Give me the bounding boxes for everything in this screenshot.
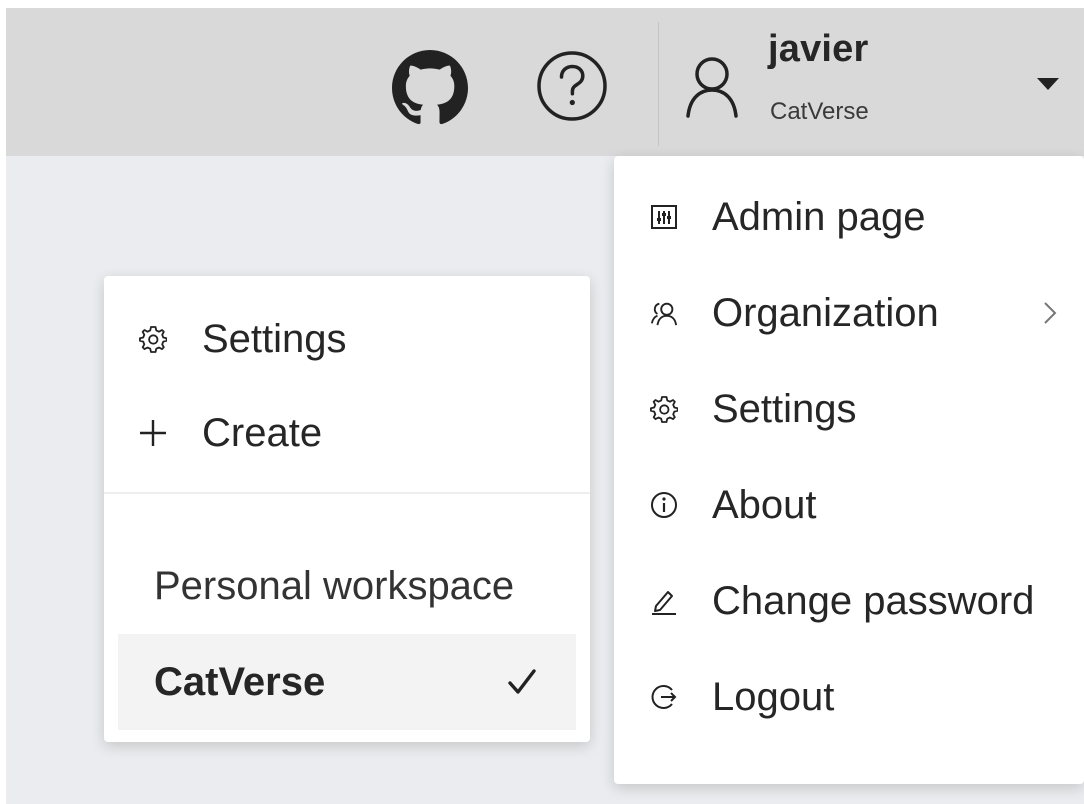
menu-item-logout[interactable]: Logout <box>614 652 1084 742</box>
menu-item-organization[interactable]: Organization <box>614 268 1084 358</box>
workspace-label: CatVerse <box>154 659 326 704</box>
menu-item-admin-page[interactable]: Admin page <box>614 172 1084 262</box>
workspace-option-personal[interactable]: Personal workspace <box>118 538 576 634</box>
menu-item-label: Settings <box>712 386 857 431</box>
workspace-label: Personal workspace <box>154 563 515 608</box>
header-divider <box>658 22 659 146</box>
app-window: javier CatVerse Admin page Organization … <box>0 0 1084 804</box>
menu-item-settings[interactable]: Settings <box>614 364 1084 454</box>
caret-down-icon <box>1037 78 1059 90</box>
user-name: javier <box>768 28 869 70</box>
menu-item-change-password[interactable]: Change password <box>614 556 1084 646</box>
organization-submenu: Settings Create Personal workspace CatVe… <box>104 276 590 742</box>
menu-item-label: Admin page <box>712 194 926 239</box>
user-icon <box>686 57 738 118</box>
menu-item-label: Logout <box>712 674 835 719</box>
help-icon <box>537 51 607 121</box>
org-create-item[interactable]: Create <box>104 388 590 478</box>
user-organization: CatVerse <box>770 98 869 125</box>
menu-divider <box>104 492 590 494</box>
user-dropdown-menu: Admin page Organization Settings About C… <box>614 156 1084 784</box>
github-button[interactable] <box>392 50 468 126</box>
team-icon <box>650 299 678 327</box>
github-icon <box>392 50 468 125</box>
user-menu-trigger[interactable]: javier CatVerse <box>676 24 1076 140</box>
org-settings-label: Settings <box>202 316 347 361</box>
org-create-label: Create <box>202 410 323 455</box>
admin-panel-icon <box>650 203 678 231</box>
org-settings-item[interactable]: Settings <box>104 294 590 384</box>
plus-icon <box>138 418 168 448</box>
menu-item-about[interactable]: About <box>614 460 1084 550</box>
gear-icon <box>138 324 168 354</box>
check-icon <box>508 669 536 694</box>
gear-icon <box>650 395 678 423</box>
menu-item-label: Change password <box>712 578 1035 623</box>
menu-item-label: About <box>712 482 817 527</box>
workspace-option-catverse[interactable]: CatVerse <box>118 634 576 730</box>
pencil-icon <box>650 587 678 615</box>
help-button[interactable] <box>534 48 610 124</box>
chevron-right-icon <box>1044 302 1057 324</box>
logout-icon <box>650 683 678 711</box>
menu-item-label: Organization <box>712 290 939 335</box>
info-icon <box>650 491 678 519</box>
